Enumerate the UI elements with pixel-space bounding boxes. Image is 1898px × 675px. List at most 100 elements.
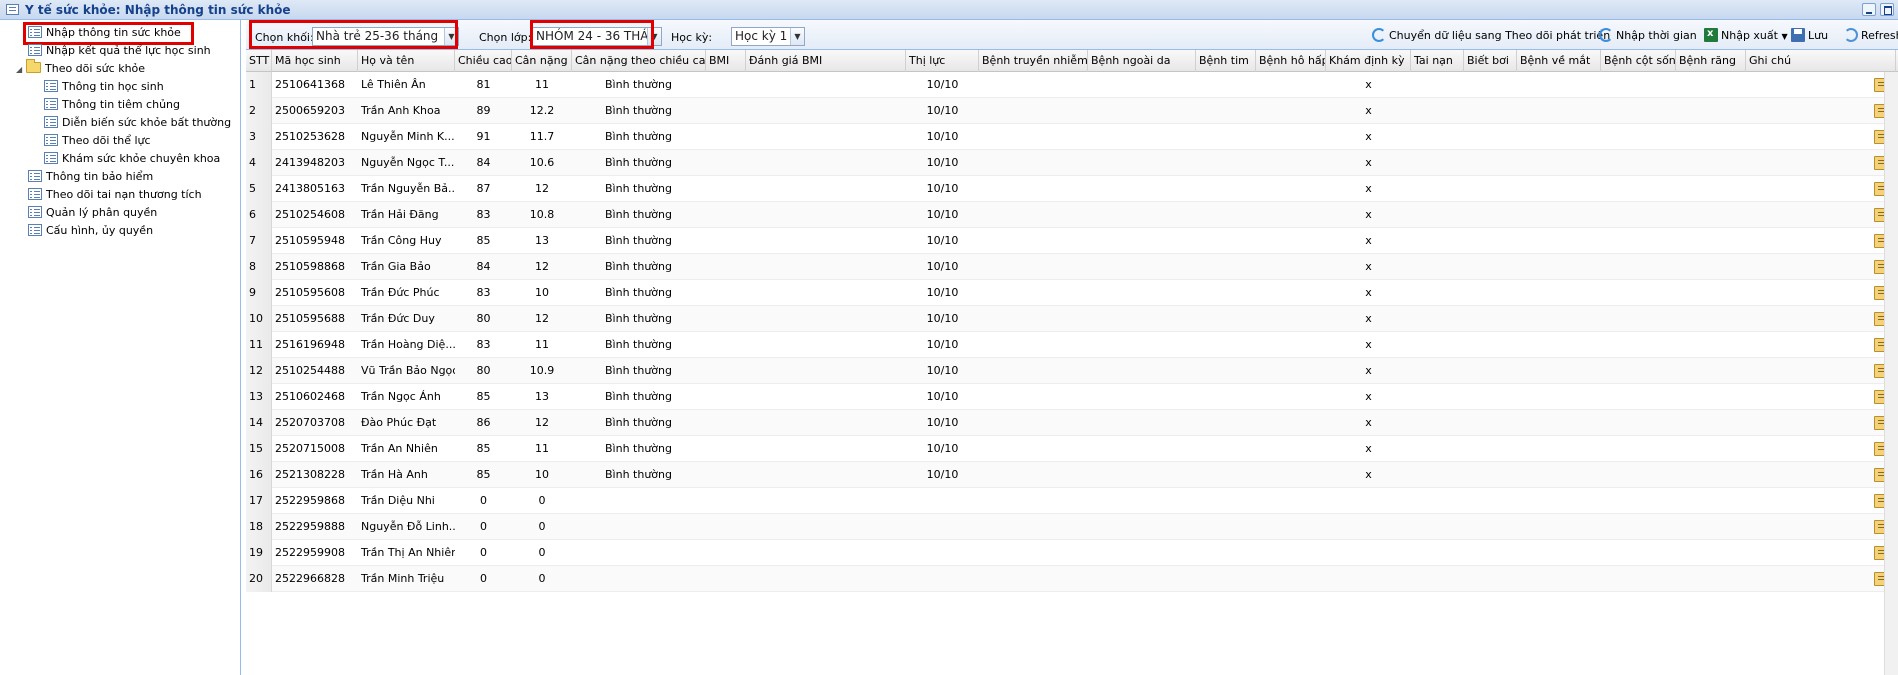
import-export-button[interactable]: Nhập xuất ▼ [1704,26,1788,44]
column-header[interactable]: Đánh giá BMI [746,50,906,72]
column-header[interactable]: BMI [706,50,746,72]
sidebar-item-theo-doi-the-luc[interactable]: Theo dõi thể lực [44,132,151,150]
list-icon [44,152,58,164]
cell-cnc: Bình thường [605,130,672,143]
cell-ma: 2522959908 [275,546,345,559]
toolbar: Chọn khối: Nhà trẻ 25-36 tháng ▼ Chọn lớ… [246,20,1898,50]
window-title: Y tế sức khỏe: Nhập thông tin sức khỏe [25,3,291,17]
column-header[interactable]: Cân nặng theo chiều cao [572,50,706,72]
chevron-down-icon[interactable]: ▼ [790,28,804,45]
column-header[interactable]: Bệnh ngoài da [1088,50,1196,72]
column-header[interactable]: Tai nạn [1411,50,1464,72]
cell-ma: 2510602468 [275,390,345,403]
cell-kdk [1326,514,1411,540]
table-row[interactable]: 2 2500659203 Trần Anh Khoa 89 12.2 Bình thườn… [246,98,1898,124]
sidebar-item-thong-tin-hoc-sinh[interactable]: Thông tin học sinh [44,78,164,96]
cell-nang: 13 [535,234,549,247]
table-row[interactable]: 17 2522959868 Trần Diệu Nhi 0 0 [246,488,1898,514]
sidebar-item-theo-doi-suc-khoe[interactable]: ◢ Theo dõi sức khỏe [16,59,145,79]
table-row[interactable]: 16 2521308228 Trần Hà Anh 85 10 Bình thường 10… [246,462,1898,488]
cell-cao: 0 [480,494,487,507]
column-header[interactable]: Khám định kỳ [1326,50,1411,72]
table-row[interactable]: 1 2510641368 Lê Thiên Ân 81 11 Bình thường 10/… [246,72,1898,98]
save-label: Lưu [1808,29,1829,42]
cell-nang: 11 [535,78,549,91]
cell-cnc: Bình thường [605,286,672,299]
table-row[interactable]: 10 2510595688 Trần Đức Duy 80 12 Bình thường 1… [246,306,1898,332]
cell-kdk: x [1365,338,1372,351]
table-row[interactable]: 8 2510598868 Trần Gia Bảo 84 12 Bình thường 10… [246,254,1898,280]
column-header[interactable]: Biết bơi [1464,50,1517,72]
cell-cao: 84 [476,156,491,169]
sidebar-item-thong-tin-tiem-chung[interactable]: Thông tin tiêm chủng [44,96,180,114]
table-row[interactable]: 15 2520715008 Trần An Nhiên 85 11 Bình thường… [246,436,1898,462]
cell-ten: Trần Diệu Nhi [361,494,435,507]
cell-kdk: x [1365,416,1372,429]
cell-nang: 10 [535,468,549,481]
column-header[interactable]: Bệnh truyền nhiễm [979,50,1088,72]
table-row[interactable]: 11 2516196948 Trần Hoàng Diệ... 83 11 Bình th… [246,332,1898,358]
expand-arrow-icon[interactable]: ◢ [16,61,26,79]
column-header[interactable]: Cân nặng [512,50,572,72]
table-row[interactable]: 12 2510254488 Vũ Trần Bảo Ngọc 80 10.9 Bình t… [246,358,1898,384]
cell-nang: 11 [535,442,549,455]
sidebar-item-dien-bien-bat-thuong[interactable]: Diễn biến sức khỏe bất thường [44,114,231,132]
transfer-data-button[interactable]: Chuyển dữ liệu sang Theo dõi phát triển [1372,28,1610,44]
table-row[interactable]: 3 2510253628 Nguyễn Minh K... 91 11.7 Bình th… [246,124,1898,150]
table-row[interactable]: 5 2413805163 Trần Nguyễn Bả... 87 12 Bình thư… [246,176,1898,202]
maximize-icon[interactable] [1880,3,1894,16]
lop-label: Chọn lớp: [479,31,532,44]
cell-stt: 14 [246,410,272,436]
sidebar-item-thong-tin-bao-hiem[interactable]: Thông tin bảo hiểm [28,168,153,186]
cell-stt: 10 [246,306,272,332]
column-header[interactable]: Chiều cao [455,50,512,72]
column-header[interactable]: STT [246,50,272,72]
cell-thiluc: 10/10 [926,234,959,247]
column-header[interactable]: Bệnh tim [1196,50,1256,72]
vertical-scrollbar[interactable] [1884,72,1898,675]
column-header[interactable]: Bệnh răng [1676,50,1746,72]
column-header[interactable]: Họ và tên [358,50,455,72]
table-row[interactable]: 14 2520703708 Đào Phúc Đạt 86 12 Bình thường 1… [246,410,1898,436]
table-row[interactable]: 13 2510602468 Trần Ngọc Ánh 85 13 Bình thường… [246,384,1898,410]
table-row[interactable]: 7 2510595948 Trần Công Huy 85 13 Bình thường 1… [246,228,1898,254]
sidebar-item-kham-chuyen-khoa[interactable]: Khám sức khỏe chuyên khoa [44,150,220,168]
cell-cao: 81 [476,78,491,91]
table-row[interactable]: 6 2510254608 Trần Hải Đăng 83 10.8 Bình thườn… [246,202,1898,228]
column-header[interactable]: Bệnh về mắt [1517,50,1601,72]
sidebar-item-quan-ly-phan-quyen[interactable]: Quản lý phân quyền [28,204,157,222]
cell-cao: 80 [476,364,491,377]
cell-stt: 1 [246,72,272,98]
enter-time-label: Nhập thời gian [1616,29,1697,42]
cell-cao: 84 [476,260,491,273]
table-row[interactable]: 4 2413948203 Nguyễn Ngọc T... 84 10.6 Bình th… [246,150,1898,176]
column-header[interactable]: Thị lực [906,50,979,72]
table-row[interactable]: 19 2522959908 Trần Thị An Nhiên 0 0 [246,540,1898,566]
list-icon [28,206,42,218]
cell-kdk: x [1365,312,1372,325]
cell-kdk: x [1365,182,1372,195]
cell-ten: Trần An Nhiên [361,442,438,455]
cell-ma: 2510595688 [275,312,345,325]
column-header[interactable]: Bệnh cột sống [1601,50,1676,72]
sidebar-item-nhap-ket-qua-the-luc[interactable]: Nhập kết quả thể lực học sinh [28,42,211,60]
enter-time-button[interactable]: Nhập thời gian [1599,28,1697,44]
cell-stt: 15 [246,436,272,462]
column-header[interactable]: Mã học sinh [272,50,358,72]
save-button[interactable]: Lưu [1791,28,1828,44]
cell-stt: 19 [246,540,272,566]
cell-stt: 6 [246,202,272,228]
hocky-select[interactable]: Học kỳ 1 ▼ [731,27,805,46]
minimize-icon[interactable] [1862,3,1876,16]
sidebar-item-tai-nan-thuong-tich[interactable]: Theo dõi tai nạn thương tích [28,186,202,204]
cell-stt: 7 [246,228,272,254]
column-header[interactable]: Ghi chú [1746,50,1896,72]
sidebar: Nhập thông tin sức khỏe Nhập kết quả thể… [0,20,241,675]
table-row[interactable]: 9 2510595608 Trần Đức Phúc 83 10 Bình thường 1… [246,280,1898,306]
table-row[interactable]: 20 2522966828 Trần Minh Triệu 0 0 [246,566,1898,592]
column-header[interactable]: Bệnh hô hấp [1256,50,1326,72]
refresh-button[interactable]: Refresh [1844,28,1898,44]
table-row[interactable]: 18 2522959888 Nguyễn Đỗ Linh... 0 0 [246,514,1898,540]
sidebar-item-cau-hinh-uy-quyen[interactable]: Cấu hình, ủy quyền [28,222,153,240]
cell-stt: 18 [246,514,272,540]
